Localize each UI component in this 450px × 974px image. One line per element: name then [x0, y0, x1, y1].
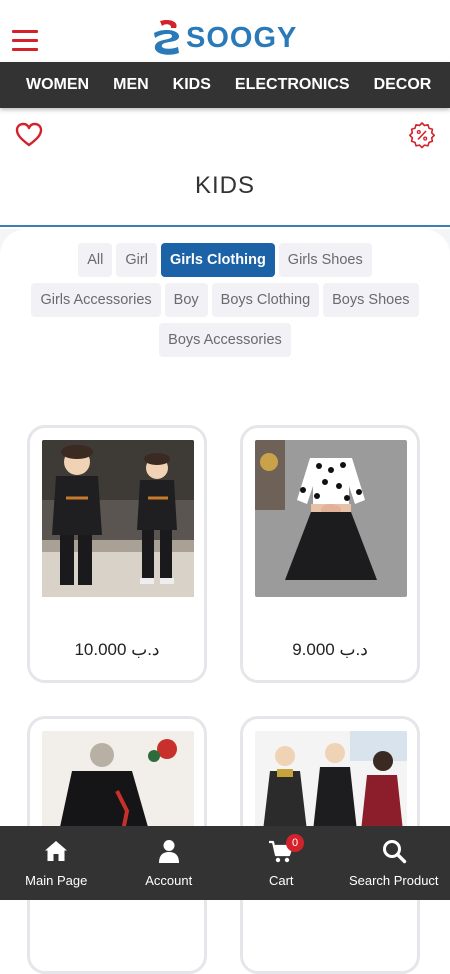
bottom-nav-label: Search Product	[349, 873, 439, 888]
filter-chip-boys-clothing[interactable]: Boys Clothing	[212, 283, 319, 317]
filter-chip-girls-accessories[interactable]: Girls Accessories	[31, 283, 160, 317]
nav-item-decor[interactable]: DECOR	[362, 76, 444, 94]
product-price: 10.000 د.ب	[30, 640, 204, 660]
heart-icon[interactable]	[15, 122, 43, 148]
bottom-nav: Main Page Account 0 Cart Search Product	[0, 826, 450, 900]
brand-logo[interactable]: SOOGY	[152, 18, 297, 58]
brand-name: SOOGY	[186, 22, 297, 55]
content-card: All Girl Girls Clothing Girls Shoes Girl…	[0, 229, 450, 827]
product-image[interactable]	[42, 440, 194, 597]
product-image[interactable]	[255, 440, 407, 597]
filter-chip-boys-accessories[interactable]: Boys Accessories	[159, 323, 291, 357]
filter-chip-boys-shoes[interactable]: Boys Shoes	[323, 283, 418, 317]
nav-item-men[interactable]: MEN	[101, 76, 161, 94]
product-card[interactable]: 9.000 د.ب	[240, 425, 420, 683]
category-nav: WOMEN MEN KIDS ELECTRONICS DECOR	[0, 62, 450, 108]
bottom-nav-label: Cart	[269, 873, 294, 888]
discount-badge-icon[interactable]	[408, 121, 436, 149]
filter-chip-girl[interactable]: Girl	[116, 243, 157, 277]
bottom-nav-label: Account	[145, 873, 192, 888]
filter-chip-all[interactable]: All	[78, 243, 112, 277]
product-price: 9.000 د.ب	[243, 640, 417, 660]
top-bar: SOOGY	[0, 0, 450, 62]
cart-count-badge: 0	[286, 834, 304, 852]
title-divider	[0, 225, 450, 227]
home-icon	[43, 838, 69, 864]
bottom-nav-main-page[interactable]: Main Page	[0, 826, 113, 900]
nav-item-women[interactable]: WOMEN	[0, 76, 101, 94]
nav-item-kids[interactable]: KIDS	[161, 76, 223, 94]
nav-item-electronics[interactable]: ELECTRONICS	[223, 76, 362, 94]
page-title: KIDS	[0, 172, 450, 200]
filter-chips: All Girl Girls Clothing Girls Shoes Girl…	[20, 243, 430, 363]
search-icon	[381, 838, 407, 864]
product-card[interactable]: 10.000 د.ب	[27, 425, 207, 683]
action-row	[0, 118, 450, 152]
bottom-nav-cart[interactable]: 0 Cart	[225, 826, 338, 900]
bottom-nav-account[interactable]: Account	[113, 826, 226, 900]
filter-chip-boy[interactable]: Boy	[165, 283, 208, 317]
content-area: All Girl Girls Clothing Girls Shoes Girl…	[0, 229, 450, 827]
filter-chip-girls-shoes[interactable]: Girls Shoes	[279, 243, 372, 277]
user-icon	[156, 838, 182, 864]
filter-chip-girls-clothing[interactable]: Girls Clothing	[161, 243, 275, 277]
bottom-nav-search-product[interactable]: Search Product	[338, 826, 450, 900]
logo-mark-icon	[152, 19, 182, 57]
menu-icon[interactable]	[12, 30, 38, 52]
bottom-nav-label: Main Page	[25, 873, 87, 888]
